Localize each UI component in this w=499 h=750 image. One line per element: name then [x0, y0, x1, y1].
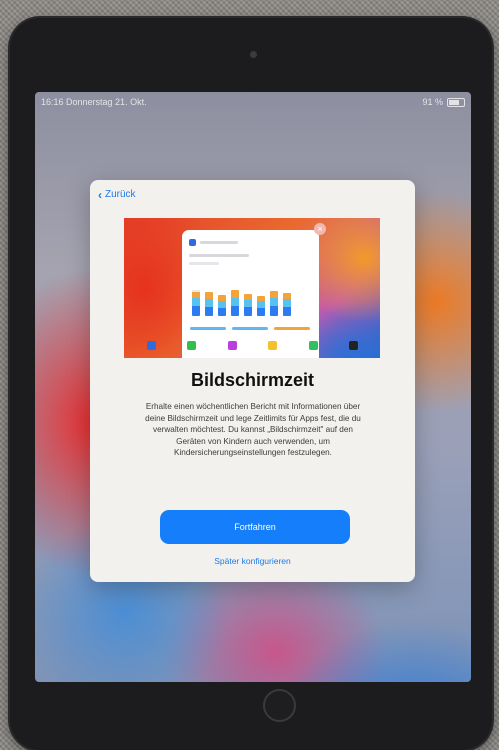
screen-time-sheet: ‹ Zurück × Bildschirmzeit Erhalte einen …	[90, 180, 415, 582]
dock-app-icon	[146, 340, 156, 350]
close-icon: ×	[314, 223, 326, 235]
usage-bar	[192, 290, 200, 316]
mock-text-line	[189, 262, 219, 265]
usage-bar	[257, 296, 265, 316]
usage-bar	[270, 291, 278, 316]
mock-footer-line	[274, 327, 310, 330]
dock-icons	[131, 337, 374, 353]
mock-text-line	[189, 254, 249, 257]
description-text: Erhalte einen wöchentlichen Bericht mit …	[145, 402, 361, 457]
screen-time-illustration: ×	[124, 218, 380, 358]
mock-text-line	[200, 241, 238, 244]
usage-bar	[283, 293, 291, 316]
app-icon	[189, 239, 196, 246]
page-title: Bildschirmzeit	[190, 370, 315, 390]
status-bar: 16:16 Donnerstag 21. Okt. 91 %	[35, 92, 471, 112]
usage-bar	[205, 292, 213, 316]
configure-later-link[interactable]: Später konfigurieren	[90, 556, 415, 566]
mock-footer-line	[232, 327, 268, 330]
dock-app-icon	[187, 340, 197, 350]
front-camera	[250, 51, 257, 58]
dock-app-icon	[349, 340, 359, 350]
usage-bar	[244, 294, 252, 316]
battery-icon	[447, 97, 465, 107]
usage-bar	[231, 290, 239, 316]
dock-app-icon	[227, 340, 237, 350]
dock-app-icon	[308, 340, 318, 350]
mock-footer-lines	[190, 327, 310, 330]
continue-button[interactable]: Fortfahren	[160, 510, 350, 544]
status-time-date: 16:16 Donnerstag 21. Okt.	[41, 97, 147, 107]
dock-app-icon	[268, 340, 278, 350]
continue-button-label: Fortfahren	[234, 522, 276, 532]
ipad-screen: 16:16 Donnerstag 21. Okt. 91 % ‹ Zurück …	[35, 92, 471, 682]
back-button-label: Zurück	[105, 189, 136, 200]
back-button[interactable]: ‹ Zurück	[98, 187, 136, 202]
chevron-left-icon: ‹	[98, 187, 102, 202]
mock-footer-line	[190, 327, 226, 330]
usage-bars	[192, 290, 291, 316]
usage-bar	[218, 295, 226, 316]
battery-percentage: 91 %	[422, 97, 443, 107]
status-right: 91 %	[422, 92, 465, 112]
home-button[interactable]	[263, 689, 296, 722]
